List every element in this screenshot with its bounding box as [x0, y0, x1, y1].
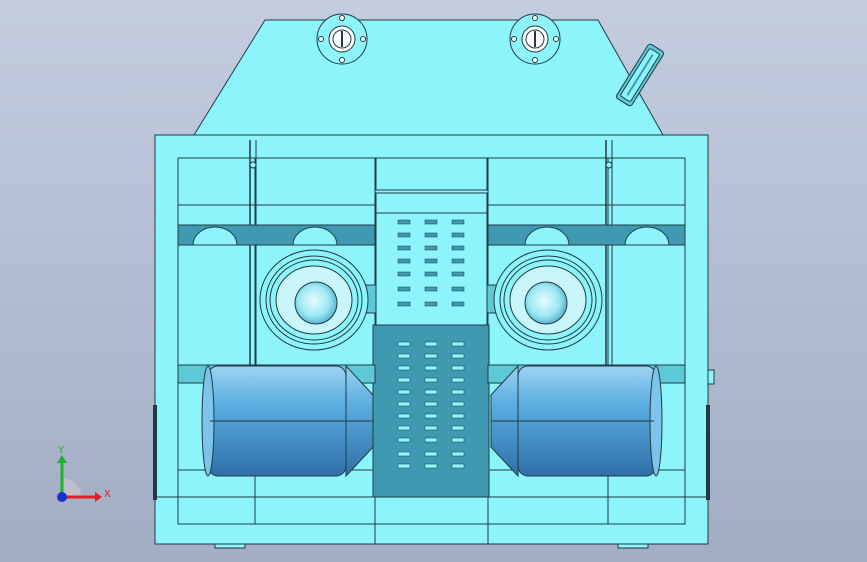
motor-right[interactable]	[490, 364, 663, 478]
cad-viewport[interactable]: X Y	[0, 0, 867, 562]
perforated-panel-upper[interactable]	[375, 212, 488, 326]
x-axis-label: X	[104, 489, 111, 500]
top-hopper[interactable]	[193, 19, 664, 142]
axis-triad: X Y	[57, 445, 111, 502]
z-axis-dot	[57, 492, 67, 502]
model-drawing: X Y	[57, 13, 715, 549]
bearing-left[interactable]	[259, 249, 369, 351]
flange-left[interactable]	[316, 13, 368, 65]
center-column-top	[375, 157, 488, 214]
motor-left[interactable]	[201, 364, 374, 478]
flange-right[interactable]	[509, 13, 561, 65]
perforated-panel-lower[interactable]	[372, 324, 490, 498]
bearing-right[interactable]	[493, 249, 603, 351]
y-axis-label: Y	[57, 445, 65, 456]
